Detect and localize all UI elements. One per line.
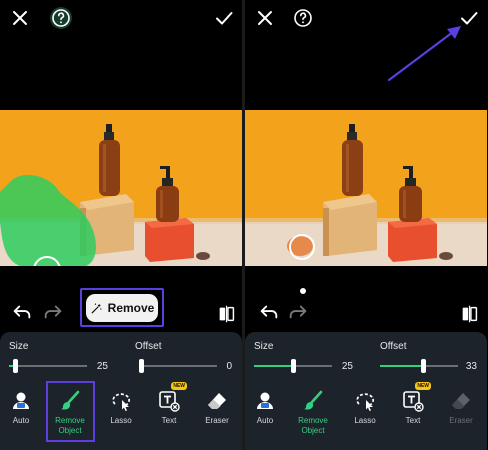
tool-text[interactable]: NEW Text xyxy=(391,382,435,435)
top-bar xyxy=(0,0,242,36)
tool-label: Lasso xyxy=(110,416,132,425)
tool-eraser[interactable]: Eraser xyxy=(439,389,483,435)
size-slider[interactable] xyxy=(9,359,87,373)
size-value: 25 xyxy=(341,361,353,372)
tool-eraser[interactable]: Eraser xyxy=(195,389,239,435)
tool-auto[interactable]: Auto xyxy=(245,389,287,435)
offset-label: Offset xyxy=(380,341,407,352)
size-label: Size xyxy=(9,341,29,352)
tool-lasso[interactable]: Lasso xyxy=(99,389,143,435)
confirm-check-icon[interactable] xyxy=(212,6,236,30)
size-value: 25 xyxy=(96,361,108,372)
photo-canvas[interactable] xyxy=(245,110,487,266)
tool-label: Text xyxy=(161,416,177,425)
size-label: Size xyxy=(254,341,274,352)
undo-icon[interactable] xyxy=(258,301,280,323)
remove-object-highlight xyxy=(46,381,95,442)
eraser-icon xyxy=(208,393,226,409)
remove-button-label: Remove xyxy=(107,301,155,315)
tool-label: Lasso xyxy=(354,416,376,425)
offset-slider[interactable] xyxy=(139,359,217,373)
product-photo xyxy=(0,110,242,266)
tool-label: Remove Object xyxy=(298,416,328,435)
tool-label: Auto xyxy=(256,416,274,425)
remove-button[interactable]: Remove xyxy=(86,294,158,322)
help-icon[interactable] xyxy=(49,6,73,30)
lasso-icon xyxy=(356,393,374,411)
eraser-icon xyxy=(452,393,470,409)
tool-label: Eraser xyxy=(449,416,473,425)
text-icon xyxy=(159,391,180,412)
editor-panel-before: Remove Size Offset 25 0 Auto Remove Obje… xyxy=(0,0,242,450)
redo-icon[interactable] xyxy=(42,301,64,323)
undo-icon[interactable] xyxy=(11,301,33,323)
close-icon[interactable] xyxy=(8,6,32,30)
offset-label: Offset xyxy=(135,341,162,352)
help-icon[interactable] xyxy=(291,6,315,30)
pointer-arrow xyxy=(387,26,461,82)
tool-label: Auto xyxy=(12,416,30,425)
offset-value: 33 xyxy=(465,361,477,372)
text-icon xyxy=(403,391,424,412)
action-row xyxy=(245,290,487,334)
auto-icon xyxy=(13,392,29,409)
tool-remove-object[interactable]: Remove Object xyxy=(291,389,335,435)
tool-label: Text xyxy=(405,416,421,425)
tool-auto[interactable]: Auto xyxy=(0,389,43,435)
remove-button-highlight: Remove xyxy=(80,288,164,327)
tool-label: Eraser xyxy=(205,416,229,425)
lasso-icon xyxy=(112,393,130,411)
new-badge: NEW xyxy=(171,382,187,390)
new-badge: NEW xyxy=(415,382,431,390)
tool-lasso[interactable]: Lasso xyxy=(343,389,387,435)
compare-icon[interactable] xyxy=(216,303,238,325)
offset-slider[interactable] xyxy=(380,359,458,373)
photo-canvas[interactable] xyxy=(0,110,242,266)
close-icon[interactable] xyxy=(253,6,277,30)
redo-icon[interactable] xyxy=(287,301,309,323)
magic-wand-icon xyxy=(91,303,102,313)
tool-text[interactable]: NEW Text xyxy=(147,382,191,435)
compare-icon[interactable] xyxy=(459,303,481,325)
brush-icon xyxy=(304,390,323,410)
product-photo xyxy=(245,110,487,266)
offset-value: 0 xyxy=(226,361,232,372)
size-slider[interactable] xyxy=(254,359,332,373)
auto-icon xyxy=(257,392,273,409)
